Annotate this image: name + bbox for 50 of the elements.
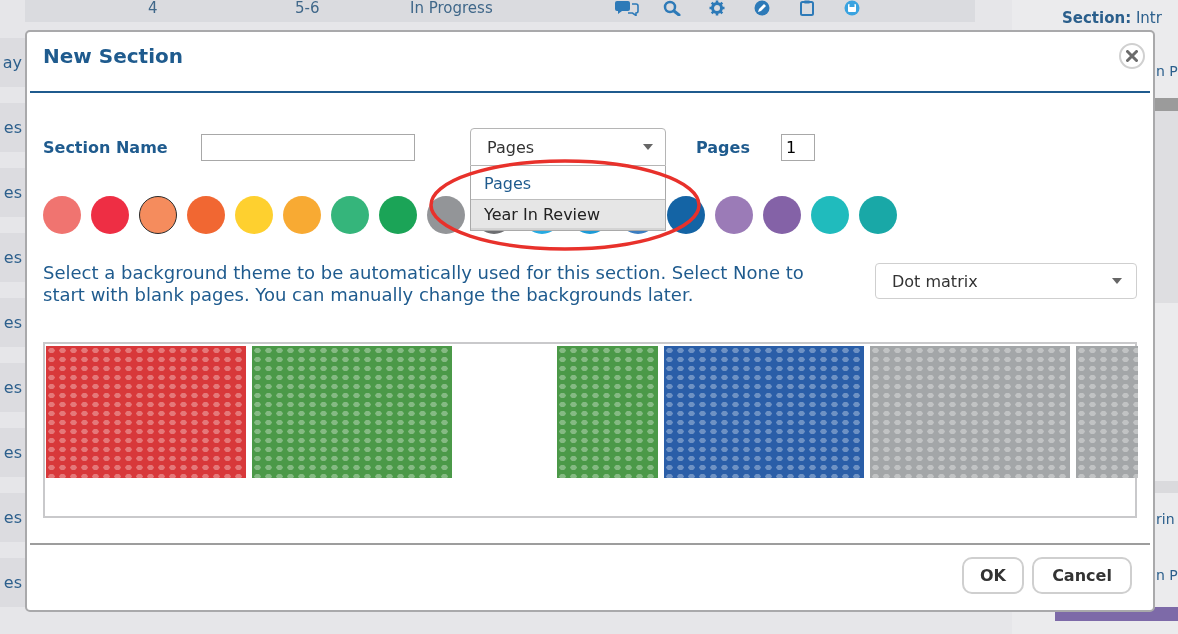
field-label: Pages: [696, 137, 751, 157]
dialog-title: New Section: [43, 43, 183, 68]
panel-text: rin: [1156, 510, 1175, 529]
ok-button[interactable]: OK: [962, 557, 1024, 594]
dot-pattern-thumbnail[interactable]: [46, 346, 246, 478]
dot-pattern-thumbnail[interactable]: [664, 346, 864, 478]
caret-icon: [643, 144, 653, 150]
swatch-icon[interactable]: [139, 196, 177, 234]
table-cell-text: 4: [148, 0, 159, 16]
dot-pattern-thumbnail[interactable]: [252, 346, 452, 478]
close-icon: [1126, 50, 1138, 62]
list-row: es: [0, 558, 25, 607]
caret-icon: [1112, 278, 1122, 284]
hint-text: Select a background theme to be automatically used for this section. Select None to start with blank pages. You can manually change the backgrounds later.: [43, 262, 805, 306]
swatch-icon[interactable]: [187, 196, 225, 234]
cancel-button[interactable]: Cancel: [1032, 557, 1132, 594]
table-cell-text: In Progress: [410, 0, 494, 16]
swatch-icon[interactable]: [859, 196, 897, 234]
theme-dropdown[interactable]: Dot matrix: [875, 263, 1137, 299]
swatch-icon[interactable]: [331, 196, 369, 234]
section-heading: Section: Intr: [1062, 8, 1162, 28]
swatch-icon[interactable]: [379, 196, 417, 234]
pages-field[interactable]: 1: [781, 133, 815, 161]
swatch-icon[interactable]: [715, 196, 753, 234]
list-row: es: [0, 103, 25, 152]
swatch-icon[interactable]: [43, 196, 81, 234]
close-button[interactable]: [1119, 43, 1145, 69]
swatch-icon[interactable]: [91, 196, 129, 234]
list-row: es: [0, 168, 25, 217]
swatch-icon[interactable]: [811, 196, 849, 234]
dot-pattern-thumbnail[interactable]: [1076, 346, 1138, 478]
panel-text: n P: [1156, 566, 1178, 585]
swatch-icon[interactable]: [283, 196, 321, 234]
dot-pattern-thumbnail[interactable]: [870, 346, 1070, 478]
table-cell-text: 5-6: [295, 0, 321, 16]
list-row: es: [0, 493, 25, 542]
dropdown-option[interactable]: Year In Review: [471, 199, 665, 230]
dot-pattern-thumbnail[interactable]: [557, 346, 658, 478]
section-name-field[interactable]: [201, 133, 415, 161]
list-row: es: [0, 298, 25, 347]
list-row: es: [0, 363, 25, 412]
chat-bubbles-icon[interactable]: [615, 0, 639, 16]
panel-text: n P: [1156, 62, 1178, 81]
list-row: ay: [0, 38, 25, 87]
list-row: es: [0, 428, 25, 477]
swatch-icon[interactable]: [235, 196, 273, 234]
list-row: es: [0, 233, 25, 282]
field-label: Section Name: [43, 137, 169, 157]
type-dropdown[interactable]: Pages: [470, 128, 666, 166]
swatch-icon[interactable]: [763, 196, 801, 234]
